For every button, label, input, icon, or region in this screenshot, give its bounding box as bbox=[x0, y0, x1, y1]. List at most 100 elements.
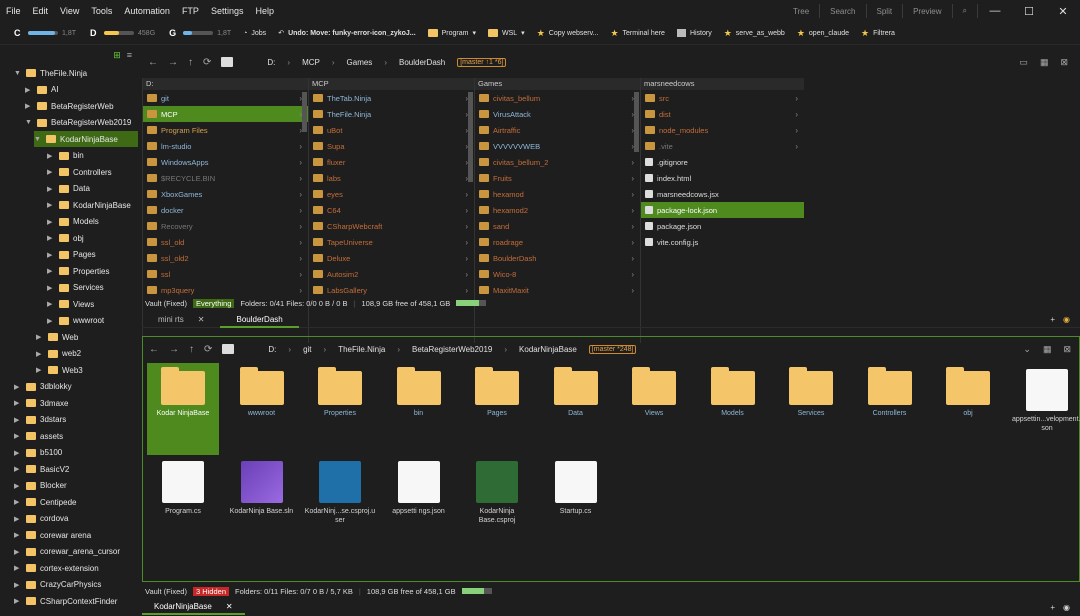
column-row[interactable]: MCP › bbox=[143, 106, 308, 122]
menu-tools[interactable]: Tools bbox=[85, 6, 118, 16]
column-row[interactable]: uBot › bbox=[309, 122, 474, 138]
tile-icon[interactable]: ▦ bbox=[1043, 344, 1052, 355]
chevron-right-icon[interactable]: ▶ bbox=[14, 482, 22, 490]
tree-item[interactable]: ▶ web2 bbox=[36, 346, 81, 362]
chevron-right-icon[interactable]: ▶ bbox=[47, 218, 55, 226]
folder-tile[interactable]: Kodar NinjaBase bbox=[147, 363, 219, 455]
tree-item[interactable]: ▶ Centipede bbox=[14, 494, 76, 510]
tree-item[interactable]: ▶ Pages bbox=[47, 247, 96, 263]
drive-g[interactable]: G 1,8T bbox=[169, 28, 231, 38]
chevron-right-icon[interactable]: ▶ bbox=[14, 383, 22, 391]
jobs-button[interactable]: ◔ Jobs bbox=[243, 30, 266, 37]
folder-tile[interactable]: Views bbox=[618, 363, 690, 455]
breadcrumb-item[interactable]: BetaRegisterWeb2019 bbox=[412, 345, 492, 354]
file-tile[interactable]: KodarNinj...se.csproj.user bbox=[304, 461, 376, 553]
chevron-right-icon[interactable]: ▶ bbox=[36, 350, 44, 358]
dropdown-icon[interactable]: ⌄ bbox=[1023, 344, 1031, 355]
tree-item[interactable]: ▶ Controllers bbox=[47, 164, 112, 180]
menu-ftp[interactable]: FTP bbox=[176, 6, 205, 16]
column-row[interactable]: labs › bbox=[309, 170, 474, 186]
add-tab-icon[interactable]: + bbox=[1050, 315, 1055, 324]
menu-view[interactable]: View bbox=[54, 6, 85, 16]
tree-item[interactable]: ▶ Services bbox=[47, 280, 104, 296]
add-tab-icon[interactable]: + bbox=[1050, 603, 1055, 612]
scrollbar[interactable] bbox=[468, 92, 473, 182]
chevron-right-icon[interactable]: ▶ bbox=[47, 284, 55, 292]
column-row[interactable]: docker › bbox=[143, 202, 308, 218]
chevron-right-icon[interactable]: ▶ bbox=[14, 597, 22, 605]
tree-item[interactable]: ▶ CSharpContextFinder bbox=[14, 593, 117, 609]
column-row[interactable]: sand › bbox=[475, 218, 640, 234]
folder-tile[interactable]: Data bbox=[540, 363, 612, 455]
forward-icon[interactable]: → bbox=[168, 57, 178, 68]
tree-item[interactable]: ▶ AI bbox=[25, 82, 59, 98]
tree-item[interactable]: ▶ Properties bbox=[47, 263, 109, 279]
chevron-right-icon[interactable]: ▶ bbox=[47, 168, 55, 176]
drive-d[interactable]: D 458G bbox=[90, 28, 155, 38]
column-row[interactable]: ssl › bbox=[143, 266, 308, 282]
chevron-right-icon[interactable]: ▶ bbox=[47, 317, 55, 325]
up-icon[interactable]: ↑ bbox=[188, 57, 193, 68]
tree-item[interactable]: ▶ Blocker bbox=[14, 478, 67, 494]
chevron-right-icon[interactable]: ▶ bbox=[25, 102, 33, 110]
folder-tile[interactable]: Controllers bbox=[854, 363, 926, 455]
pane-close-icon[interactable]: ⊠ bbox=[1060, 57, 1068, 68]
tree-item[interactable]: ▶ Web bbox=[36, 329, 78, 345]
search-icon[interactable]: ⌕ bbox=[953, 6, 977, 16]
tree-item[interactable]: ▶ CrazyCarPhysics bbox=[14, 577, 101, 593]
column-row[interactable]: .vite › bbox=[641, 138, 804, 154]
breadcrumb-item[interactable]: TheFile.Ninja bbox=[338, 345, 385, 354]
chevron-down-icon[interactable]: ▼ bbox=[34, 136, 42, 143]
breadcrumb-item[interactable]: KodarNinjaBase bbox=[519, 345, 577, 354]
split-button[interactable]: Split bbox=[867, 7, 903, 16]
pane-close-icon[interactable]: ⊠ bbox=[1063, 344, 1071, 355]
tab-kodarninjabase[interactable]: KodarNinjaBase ✕ bbox=[142, 599, 245, 615]
tree-item[interactable]: ▶ BetaRegisterWeb bbox=[25, 98, 114, 114]
file-tile[interactable]: appsetti ngs.json bbox=[383, 461, 455, 553]
folder-tile[interactable]: Models bbox=[697, 363, 769, 455]
history-button[interactable]: History bbox=[676, 29, 712, 37]
back-icon[interactable]: ← bbox=[148, 57, 158, 68]
column-row[interactable]: $RECYCLE.BIN › bbox=[143, 170, 308, 186]
chevron-down-icon[interactable]: ▼ bbox=[25, 119, 33, 126]
chevron-right-icon[interactable]: ▶ bbox=[47, 267, 55, 275]
tile-icon[interactable]: ▦ bbox=[1040, 57, 1049, 68]
chevron-right-icon[interactable]: ▶ bbox=[14, 531, 22, 539]
file-tile[interactable]: KodarNinja Base.csproj bbox=[461, 461, 533, 553]
menu-help[interactable]: Help bbox=[249, 6, 280, 16]
tree-item[interactable]: ▶ cordova bbox=[14, 511, 68, 527]
minimize-button[interactable]: — bbox=[978, 5, 1012, 17]
tree-item[interactable]: ▶ assets bbox=[14, 428, 63, 444]
scrollbar[interactable] bbox=[634, 92, 639, 152]
tab-boulderdash[interactable]: BoulderDash bbox=[220, 312, 299, 328]
file-tile[interactable]: KodarNinja Base.sln bbox=[226, 461, 298, 553]
refresh-icon[interactable]: ⟳ bbox=[204, 344, 212, 355]
refresh-icon[interactable]: ⟳ bbox=[203, 57, 211, 68]
column-row[interactable]: index.html bbox=[641, 170, 804, 186]
column-row[interactable]: fluxer › bbox=[309, 154, 474, 170]
breadcrumb-item[interactable]: Games bbox=[347, 58, 373, 67]
breadcrumb-item[interactable]: MCP bbox=[302, 58, 320, 67]
column-row[interactable]: Fruits › bbox=[475, 170, 640, 186]
search-button[interactable]: Search bbox=[820, 7, 865, 16]
chevron-right-icon[interactable]: ▶ bbox=[47, 251, 55, 259]
chevron-right-icon[interactable]: ▶ bbox=[14, 432, 22, 440]
column-row[interactable]: Recovery › bbox=[143, 218, 308, 234]
scrollbar[interactable] bbox=[302, 92, 307, 132]
tree-item[interactable]: ▶ wwwroot bbox=[47, 313, 104, 329]
close-tab-icon[interactable]: ✕ bbox=[198, 312, 205, 328]
column-row[interactable]: .gitignore bbox=[641, 154, 804, 170]
column-row[interactable]: Airtraffic › bbox=[475, 122, 640, 138]
file-tile[interactable]: appsettin...velopment.json bbox=[1011, 363, 1080, 455]
tree-item[interactable]: ▶ KodarNinjaBase bbox=[47, 197, 131, 213]
maximize-button[interactable]: ☐ bbox=[1012, 5, 1046, 18]
column-row[interactable]: node_modules › bbox=[641, 122, 804, 138]
column-row[interactable]: civitas_bellum_2 › bbox=[475, 154, 640, 170]
chevron-right-icon[interactable]: ▶ bbox=[14, 416, 22, 424]
chevron-right-icon[interactable]: ▶ bbox=[14, 465, 22, 473]
chevron-right-icon[interactable]: ▶ bbox=[14, 498, 22, 506]
column-row[interactable]: WindowsApps › bbox=[143, 154, 308, 170]
chevron-right-icon[interactable]: ▶ bbox=[36, 366, 44, 374]
chevron-right-icon[interactable]: ▶ bbox=[14, 581, 22, 589]
close-tab-icon[interactable]: ✕ bbox=[226, 599, 233, 613]
